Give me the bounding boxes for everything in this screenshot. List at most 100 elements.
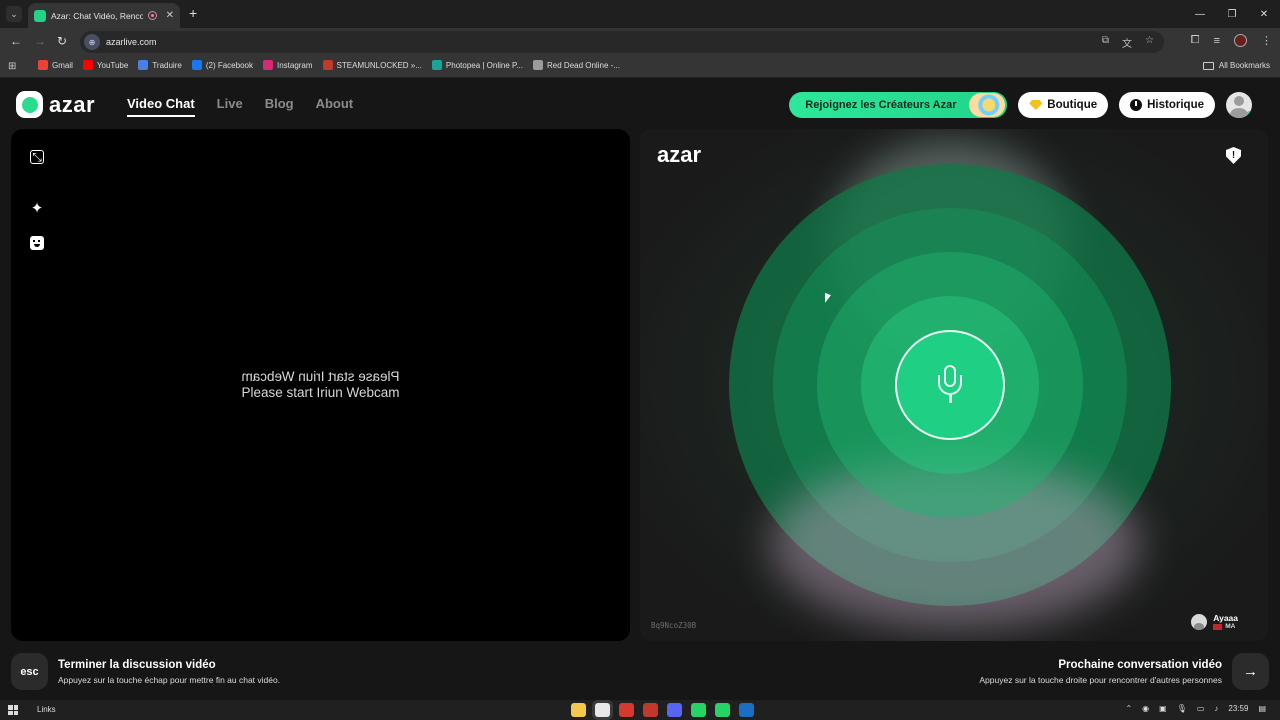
- bookmark-item[interactable]: Gmail: [38, 60, 73, 70]
- bookmark-label: Gmail: [52, 60, 73, 70]
- nav-blog[interactable]: Blog: [265, 96, 294, 117]
- browser-tab-azar[interactable]: Azar: Chat Vidéo, Rencontre ✕: [28, 3, 180, 28]
- peer-avatar-icon: [1191, 613, 1208, 630]
- window-close-icon[interactable]: ✕: [1248, 0, 1280, 28]
- microphone-tray-icon[interactable]: 🎙: [1177, 704, 1187, 713]
- azar-favicon-icon: [34, 9, 46, 22]
- partner-video-panel: azar ! Bq9NcoZ30B Ayaaa MA: [640, 129, 1268, 641]
- bookmark-favicon-icon: [262, 60, 273, 70]
- tray-app-icon[interactable]: ◉: [1142, 704, 1149, 713]
- install-app-icon[interactable]: ⧉: [1102, 35, 1109, 50]
- peer-country: MA: [1213, 623, 1238, 630]
- folder-icon: [1202, 61, 1214, 70]
- tray-device-icon[interactable]: ▣: [1159, 704, 1167, 713]
- join-creators-button[interactable]: Rejoignez les Créateurs Azar: [789, 92, 1008, 118]
- back-icon[interactable]: ←: [10, 34, 22, 48]
- app-taskbar-icon[interactable]: [643, 703, 658, 717]
- nav-live[interactable]: Live: [217, 96, 243, 117]
- notifications-icon[interactable]: ▤: [1258, 704, 1266, 713]
- next-arrow-button[interactable]: →: [1232, 653, 1269, 690]
- report-shield-icon[interactable]: !: [1226, 147, 1241, 164]
- esc-key-button[interactable]: esc: [11, 653, 48, 690]
- system-tray: ⌃ ◉ ▣ 🎙 ▭ ♪ 23:59 ▤: [1125, 704, 1266, 713]
- boutique-button[interactable]: Boutique: [1018, 92, 1109, 118]
- file-explorer-taskbar-icon[interactable]: [571, 703, 586, 717]
- bookmark-item[interactable]: STEAMUNLOCKED »...: [322, 60, 422, 70]
- app-taskbar-icon[interactable]: [691, 703, 706, 717]
- effects-sparkle-icon[interactable]: ✦: [30, 200, 44, 217]
- bookmark-star-icon[interactable]: ☆: [1145, 35, 1154, 50]
- browser-menu-icon[interactable]: ⋮: [1261, 34, 1272, 47]
- media-app-taskbar-icon[interactable]: [619, 703, 634, 717]
- bookmark-item[interactable]: Red Dead Online -...: [533, 60, 620, 70]
- tray-overflow-icon[interactable]: ⌃: [1125, 704, 1132, 713]
- self-video-panel: ⤡ ✦ Please start Iriun Webcam Please sta…: [11, 129, 630, 641]
- peer-name: Ayaaa: [1213, 613, 1238, 623]
- logo-text: azar: [49, 91, 96, 117]
- minimize-icon[interactable]: —: [1184, 0, 1216, 28]
- partner-panel-logo: azar: [657, 142, 702, 167]
- gem-icon: [1029, 100, 1043, 110]
- tab-close-icon[interactable]: ✕: [166, 10, 174, 21]
- media-controls-icon[interactable]: ≡: [1214, 35, 1220, 47]
- bookmark-label: Instagram: [276, 60, 313, 70]
- peer-info[interactable]: Ayaaa MA: [1191, 613, 1238, 630]
- microphone-button[interactable]: [895, 330, 1005, 440]
- peer-country-code: MA: [1225, 623, 1236, 630]
- all-bookmarks-button[interactable]: All Bookmarks: [1202, 61, 1270, 70]
- bookmark-favicon-icon: [38, 60, 48, 70]
- collapse-video-icon[interactable]: ⤡: [30, 150, 44, 164]
- forward-icon[interactable]: →: [34, 34, 46, 48]
- discord-taskbar-icon[interactable]: [667, 703, 682, 717]
- bookmark-favicon-icon: [431, 60, 442, 70]
- bookmark-item[interactable]: Traduire: [138, 60, 182, 70]
- translate-icon[interactable]: 文: [1122, 35, 1132, 50]
- windows-taskbar: Links ⌃ ◉ ▣ 🎙 ▭ ♪ 23:59 ▤: [0, 700, 1280, 720]
- bookmark-label: YouTube: [96, 60, 129, 70]
- address-bar[interactable]: ⊕ azarlive.com ⧉ 文 ☆: [80, 31, 1164, 53]
- face-filter-icon[interactable]: [30, 236, 44, 250]
- nav-about[interactable]: About: [316, 96, 354, 117]
- windows-start-icon[interactable]: [8, 705, 18, 715]
- new-tab-button[interactable]: +: [189, 5, 197, 21]
- azar-page: azar Video Chat Live Blog About Rejoigne…: [0, 78, 1280, 700]
- end-chat-hint: esc Terminer la discussion vidéo Appuyez…: [11, 653, 280, 690]
- user-avatar[interactable]: [1226, 92, 1252, 118]
- recording-indicator-icon: [147, 11, 157, 20]
- restore-icon[interactable]: ❐: [1216, 0, 1248, 28]
- chrome-taskbar-icon[interactable]: [595, 703, 610, 717]
- camera-message-text: Please start Iriun Webcam: [241, 385, 400, 400]
- historique-button[interactable]: Historique: [1119, 92, 1215, 118]
- site-info-icon[interactable]: ⊕: [84, 34, 100, 50]
- links-toolbar-label[interactable]: Links: [37, 705, 56, 714]
- steam-taskbar-icon[interactable]: [739, 703, 754, 717]
- bookmark-item[interactable]: Photopea | Online P...: [431, 60, 523, 70]
- bookmark-favicon-icon: [322, 60, 333, 70]
- bookmark-item[interactable]: Instagram: [262, 60, 313, 70]
- bookmark-item[interactable]: (2) Facebook: [191, 60, 253, 70]
- bookmark-favicon-icon: [533, 60, 544, 70]
- network-icon[interactable]: ▭: [1197, 704, 1205, 713]
- extensions-icon[interactable]: ⧠: [1191, 34, 1200, 47]
- clock-time[interactable]: 23:59: [1228, 704, 1248, 713]
- camera-message: Please start Iriun Webcam Please start I…: [11, 369, 630, 401]
- volume-icon[interactable]: ♪: [1214, 704, 1218, 713]
- mouse-cursor-icon: [825, 292, 831, 306]
- apps-grid-icon[interactable]: ⊞: [8, 61, 16, 72]
- address-toolbar: ← → ↻ ⊕ azarlive.com ⧉ 文 ☆ ⧠ ≡ ⋮: [0, 28, 1280, 56]
- end-chat-title: Terminer la discussion vidéo: [58, 658, 216, 671]
- online-badge-icon: [1246, 111, 1252, 118]
- azar-logo[interactable]: azar: [16, 91, 95, 118]
- browser-tab-bar: ⌄ Azar: Chat Vidéo, Rencontre ✕ + — ❐ ✕: [0, 0, 1280, 28]
- bookmarks-bar: ⊞ Gmail YouTube Traduire (2) Facebook Instag…: [0, 56, 1280, 78]
- microphone-icon: [935, 365, 965, 405]
- bookmark-item[interactable]: YouTube: [82, 60, 129, 70]
- profile-avatar-icon[interactable]: [1234, 34, 1247, 47]
- creators-illustration-icon: [969, 93, 1006, 117]
- historique-label: Historique: [1147, 99, 1204, 111]
- tab-search-button[interactable]: ⌄: [6, 6, 22, 22]
- bookmark-label: Traduire: [152, 60, 182, 70]
- nav-video-chat[interactable]: Video Chat: [127, 96, 195, 117]
- reload-icon[interactable]: ↻: [57, 34, 67, 48]
- whatsapp-taskbar-icon[interactable]: [715, 703, 730, 717]
